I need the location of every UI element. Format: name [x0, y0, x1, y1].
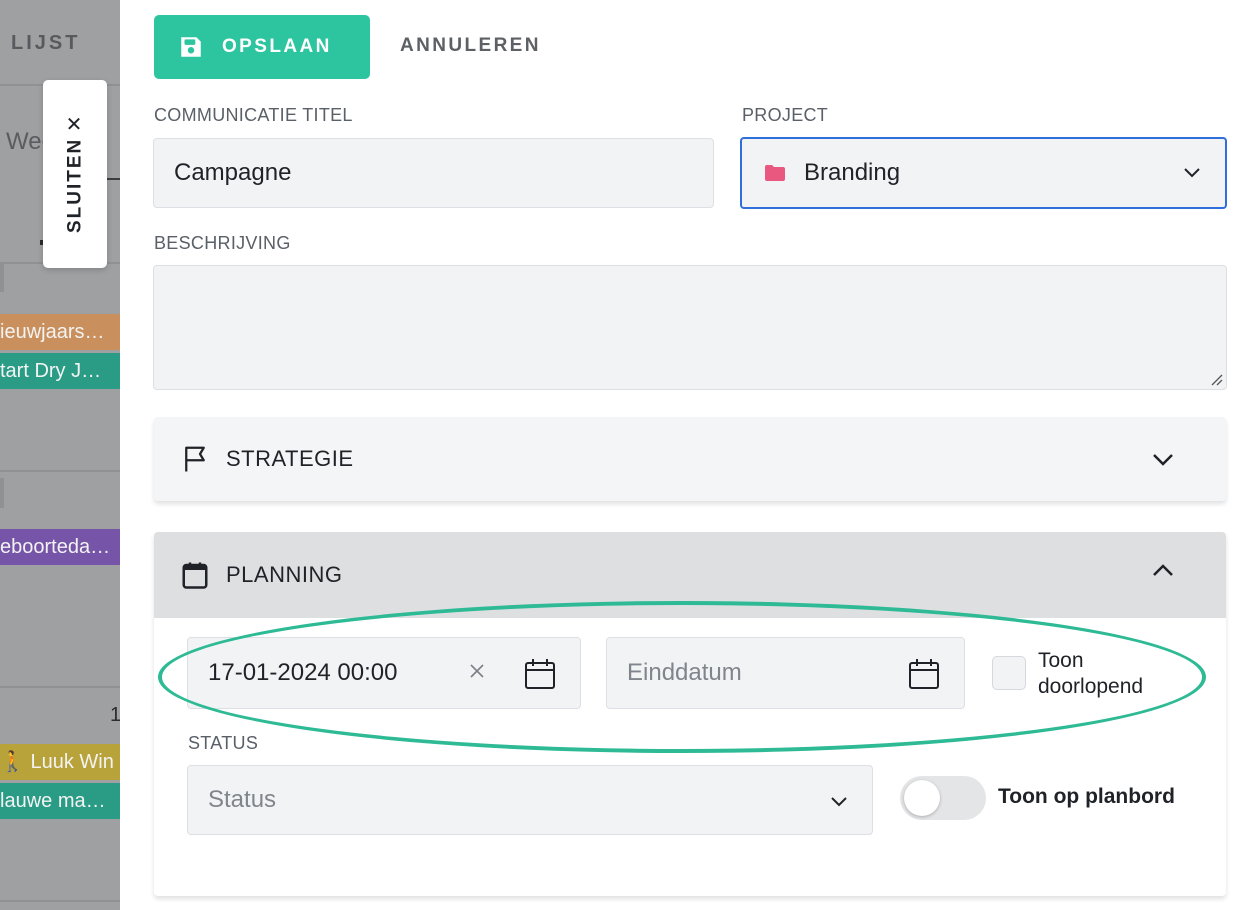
strategie-header[interactable]: STRATEGIE — [154, 417, 1226, 501]
resize-handle-icon[interactable] — [1209, 372, 1223, 386]
show-on-planboard-toggle[interactable] — [900, 776, 986, 820]
status-select[interactable]: Status — [187, 765, 873, 835]
calendar-event-label: lauwe ma… — [0, 790, 106, 812]
flag-icon — [185, 446, 205, 472]
planning-title: PLANNING — [226, 562, 343, 587]
calendar-icon — [182, 562, 208, 589]
close-drawer-button[interactable]: SLUITEN ✕ — [43, 80, 107, 268]
folder-icon — [765, 165, 785, 181]
chevron-down-icon — [1184, 168, 1200, 178]
description-label: BESCHRIJVING — [154, 233, 291, 253]
end-date-input[interactable]: Einddatum — [606, 637, 965, 709]
chevron-up-icon[interactable] — [1152, 563, 1174, 577]
start-date-input[interactable]: 17-01-2024 00:00 — [187, 637, 581, 709]
calendar-event[interactable]: eboorteda… — [0, 529, 120, 565]
project-label: PROJECT — [742, 105, 829, 125]
divider — [0, 470, 120, 472]
divider — [0, 262, 4, 292]
strategie-section: STRATEGIE — [154, 417, 1226, 501]
day-number: 1 — [110, 704, 120, 726]
divider — [106, 150, 120, 180]
cancel-button[interactable]: ANNULEREN — [400, 35, 541, 57]
calendar-event[interactable]: lauwe ma… — [0, 783, 120, 819]
ongoing-label-line1: Toon — [1038, 649, 1084, 672]
calendar-event[interactable]: 🚶 Luuk Win — [0, 744, 120, 780]
title-input[interactable]: Campagne — [153, 138, 714, 208]
start-date-value: 17-01-2024 00:00 — [208, 659, 398, 686]
title-label: COMMUNICATIE TITEL — [154, 105, 353, 125]
calendar-event-label: ieuwjaars… — [0, 321, 105, 343]
title-value: Campagne — [174, 159, 292, 186]
ongoing-label-line2: doorlopend — [1038, 675, 1144, 698]
toggle-knob — [904, 780, 940, 816]
calendar-event-label: eboorteda… — [0, 536, 111, 558]
divider — [0, 478, 4, 508]
calendar-event-label: tart Dry J… — [0, 360, 102, 382]
description-textarea[interactable] — [153, 265, 1227, 390]
planning-header[interactable]: PLANNING — [154, 532, 1226, 618]
close-label: SLUITEN — [64, 137, 85, 234]
project-select[interactable]: Branding — [740, 137, 1227, 209]
status-placeholder: Status — [208, 786, 277, 813]
save-icon — [181, 37, 201, 57]
strategie-title: STRATEGIE — [226, 446, 354, 471]
divider — [0, 686, 120, 688]
ongoing-checkbox-label: Toon doorlopend — [1038, 648, 1143, 700]
chevron-down-icon — [831, 797, 847, 807]
chevron-down-icon[interactable] — [1152, 453, 1174, 467]
end-date-placeholder: Einddatum — [627, 659, 742, 686]
divider — [0, 900, 120, 902]
save-button[interactable]: OPSLAAN — [154, 15, 370, 79]
show-on-planboard-label: Toon op planbord — [998, 785, 1175, 808]
calendar-event[interactable]: tart Dry J… — [0, 353, 120, 389]
calendar-icon[interactable] — [524, 658, 556, 690]
ongoing-checkbox[interactable] — [992, 656, 1026, 690]
clear-icon[interactable] — [466, 660, 488, 682]
calendar-icon[interactable] — [908, 658, 940, 690]
save-label: OPSLAAN — [222, 36, 332, 57]
calendar-event[interactable]: ieuwjaars… — [0, 314, 120, 350]
close-icon: ✕ — [65, 113, 85, 136]
tab-lijst[interactable]: LIJST — [11, 32, 80, 55]
status-label: STATUS — [188, 733, 259, 753]
edit-drawer: OPSLAAN ANNULEREN COMMUNICATIE TITEL Cam… — [120, 0, 1252, 910]
calendar-event-label: 🚶 Luuk Win — [0, 751, 114, 773]
project-value: Branding — [804, 159, 901, 186]
planning-section: PLANNING 17-01-2024 00:00 Einddatum Toon… — [154, 532, 1226, 896]
